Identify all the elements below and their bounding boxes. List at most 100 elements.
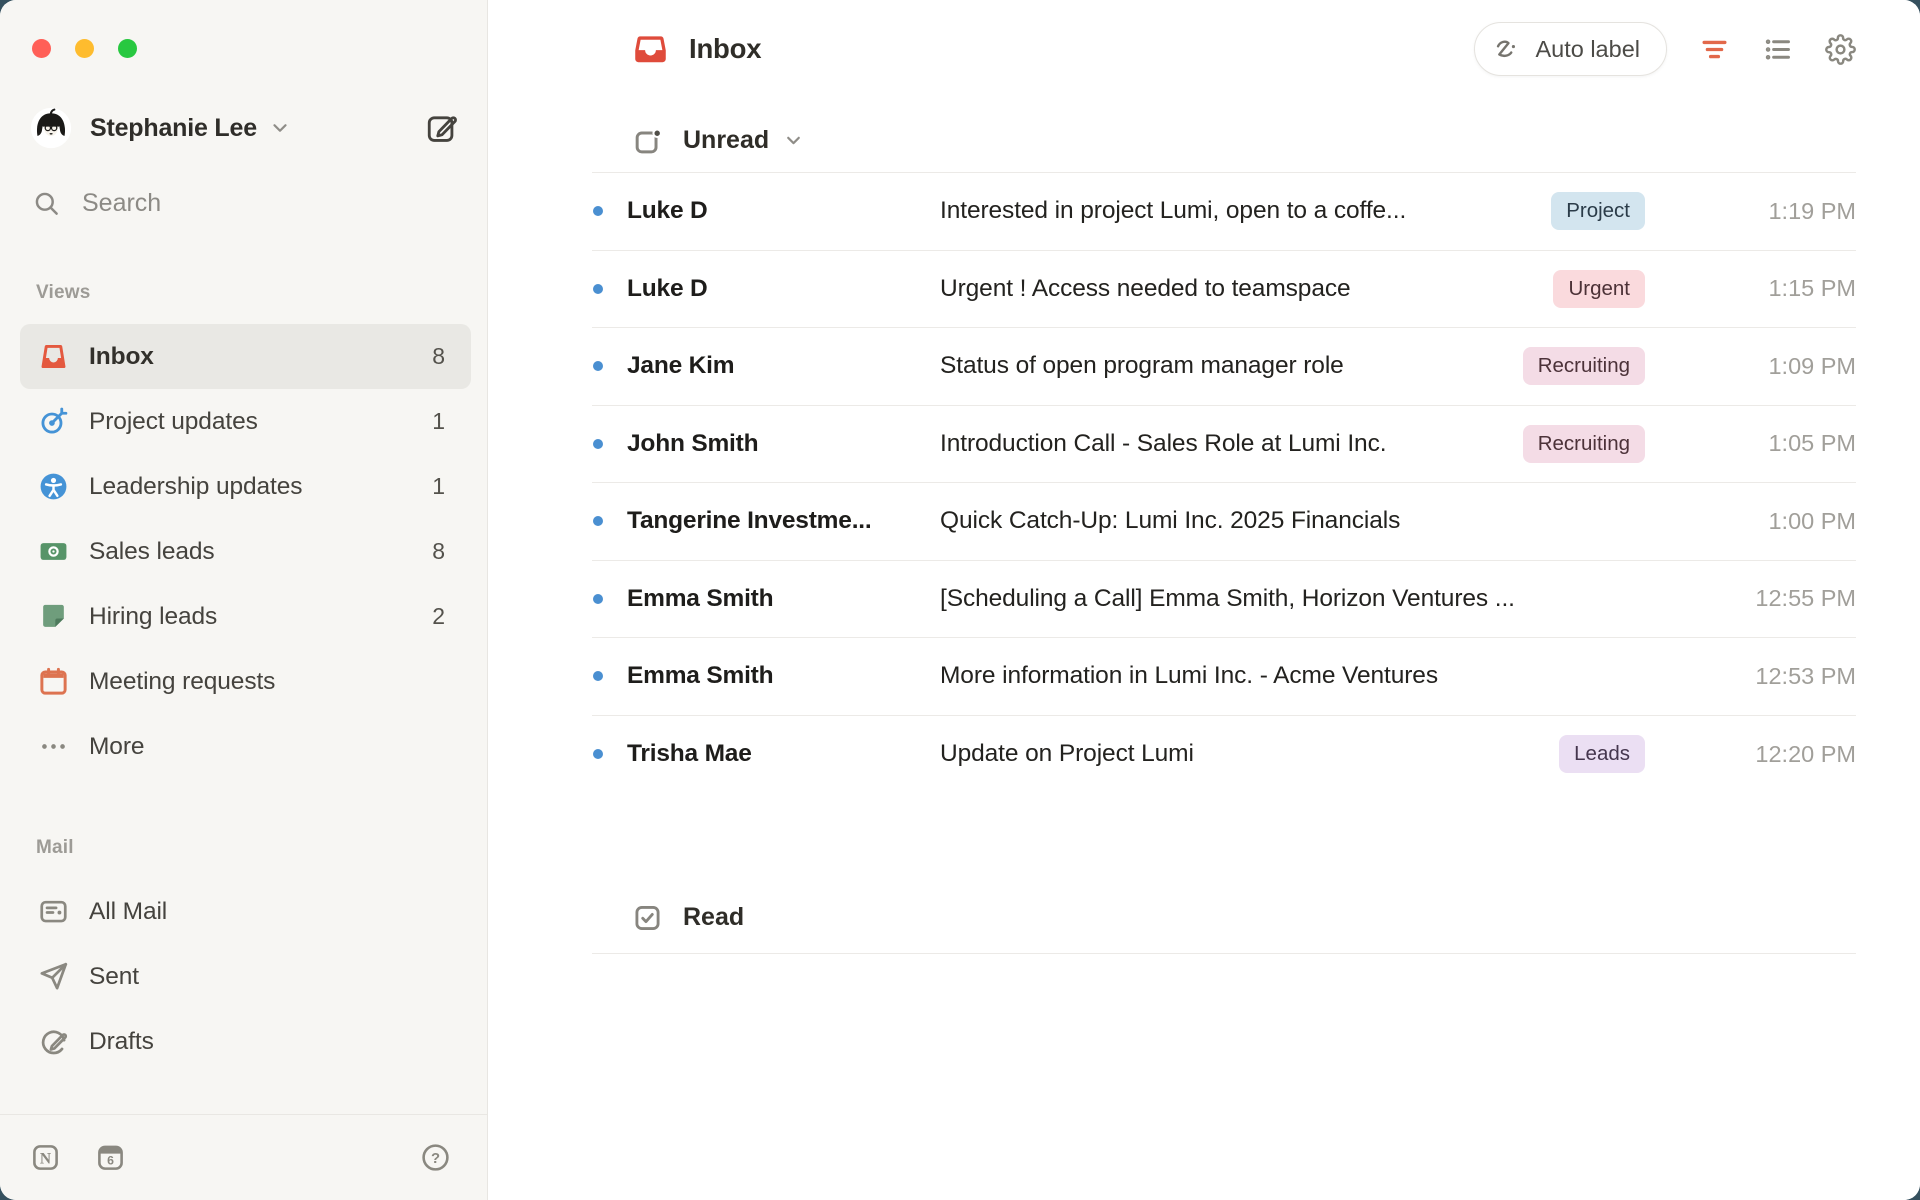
email-row[interactable]: Luke D Urgent ! Access needed to teamspa… — [592, 251, 1856, 329]
email-subject: Introduction Call - Sales Role at Lumi I… — [940, 430, 1499, 458]
sidebar-item-project-updates[interactable]: Project updates 1 — [20, 389, 471, 454]
email-subject: Interested in project Lumi, open to a co… — [940, 197, 1527, 225]
email-time: 1:05 PM — [1681, 430, 1856, 457]
settings-gear-icon[interactable] — [1825, 34, 1856, 65]
email-row[interactable]: John Smith Introduction Call - Sales Rol… — [592, 406, 1856, 484]
unread-dot — [593, 749, 603, 759]
unread-label: Unread — [683, 126, 769, 155]
email-row[interactable]: Emma Smith More information in Lumi Inc.… — [592, 638, 1856, 716]
user-name: Stephanie Lee — [90, 114, 257, 143]
unread-dot — [593, 439, 603, 449]
sidebar-item-drafts[interactable]: Drafts — [20, 1009, 471, 1074]
send-icon — [38, 961, 69, 992]
sidebar-footer: N 6 ? — [0, 1114, 487, 1200]
calendar-icon — [38, 666, 69, 697]
unread-dot — [593, 206, 603, 216]
inbox-icon — [632, 31, 669, 68]
unread-dot — [593, 516, 603, 526]
auto-label-text: Auto label — [1535, 36, 1640, 63]
email-tag[interactable]: Recruiting — [1523, 425, 1645, 463]
sidebar-item-inbox[interactable]: Inbox 8 — [20, 324, 471, 389]
views-nav: Inbox 8 Project updates 1 Leadership upd… — [20, 324, 471, 779]
money-icon — [38, 536, 69, 567]
auto-label-icon — [1493, 35, 1522, 64]
email-time: 1:09 PM — [1681, 353, 1856, 380]
mail-nav: All Mail Sent Drafts — [20, 879, 471, 1074]
note-icon — [38, 601, 69, 632]
minimize-button[interactable] — [75, 39, 94, 58]
sidebar-item-meeting-requests[interactable]: Meeting requests — [20, 649, 471, 714]
email-subject: Status of open program manager role — [940, 352, 1499, 380]
email-time: 12:53 PM — [1681, 663, 1856, 690]
email-sender: John Smith — [627, 430, 940, 458]
email-row[interactable]: Jane Kim Status of open program manager … — [592, 328, 1856, 406]
main-header: Inbox Auto label — [592, 0, 1856, 98]
drafts-icon — [38, 1026, 69, 1057]
avatar — [30, 107, 72, 149]
zoom-button[interactable] — [118, 39, 137, 58]
unread-dot — [593, 594, 603, 604]
help-icon[interactable]: ? — [420, 1142, 451, 1173]
read-section-header[interactable]: Read — [592, 885, 1856, 949]
email-subject: Quick Catch-Up: Lumi Inc. 2025 Financial… — [940, 507, 1657, 535]
close-button[interactable] — [32, 39, 51, 58]
list-view-icon[interactable] — [1762, 34, 1793, 65]
more-icon — [38, 731, 69, 762]
email-list: Luke D Interested in project Lumi, open … — [592, 172, 1856, 793]
chevron-down-icon — [269, 117, 291, 139]
search-button[interactable]: Search — [33, 189, 459, 218]
email-row[interactable]: Tangerine Investme... Quick Catch-Up: Lu… — [592, 483, 1856, 561]
sidebar-item-all-mail[interactable]: All Mail — [20, 879, 471, 944]
email-subject: [Scheduling a Call] Emma Smith, Horizon … — [940, 585, 1657, 613]
sidebar: Stephanie Lee Search Views Inbox 8 Proje… — [0, 0, 488, 1200]
email-tag[interactable]: Recruiting — [1523, 347, 1645, 385]
sidebar-item-sales-leads[interactable]: Sales leads 8 — [20, 519, 471, 584]
unread-dot — [593, 671, 603, 681]
all-mail-icon — [38, 896, 69, 927]
sidebar-item-leadership-updates[interactable]: Leadership updates 1 — [20, 454, 471, 519]
email-time: 12:20 PM — [1681, 741, 1856, 768]
read-checkbox-icon — [632, 902, 663, 933]
email-row[interactable]: Luke D Interested in project Lumi, open … — [592, 173, 1856, 251]
notion-app-icon[interactable]: N — [30, 1142, 61, 1173]
email-subject: More information in Lumi Inc. - Acme Ven… — [940, 662, 1657, 690]
auto-label-button[interactable]: Auto label — [1474, 22, 1667, 76]
email-sender: Emma Smith — [627, 662, 940, 690]
account-switcher[interactable]: Stephanie Lee — [30, 107, 459, 149]
svg-text:N: N — [40, 1150, 51, 1167]
read-label: Read — [683, 903, 744, 932]
sidebar-item-sent[interactable]: Sent — [20, 944, 471, 1009]
email-time: 1:19 PM — [1681, 198, 1856, 225]
search-icon — [33, 190, 60, 217]
email-sender: Trisha Mae — [627, 740, 940, 768]
email-tag[interactable]: Leads — [1559, 735, 1645, 773]
read-divider — [592, 953, 1856, 954]
window-controls — [0, 0, 487, 58]
email-time: 12:55 PM — [1681, 585, 1856, 612]
page-title: Inbox — [689, 33, 761, 65]
email-sender: Tangerine Investme... — [627, 507, 940, 535]
email-time: 1:15 PM — [1681, 275, 1856, 302]
views-section-label: Views — [36, 282, 487, 304]
sidebar-item-hiring-leads[interactable]: Hiring leads 2 — [20, 584, 471, 649]
email-subject: Urgent ! Access needed to teamspace — [940, 275, 1529, 303]
inbox-icon — [38, 341, 69, 372]
unread-section-header[interactable]: Unread — [592, 108, 1856, 172]
email-row[interactable]: Emma Smith [Scheduling a Call] Emma Smit… — [592, 561, 1856, 639]
calendar-app-icon[interactable]: 6 — [95, 1142, 126, 1173]
filter-icon[interactable] — [1699, 34, 1730, 65]
email-sender: Luke D — [627, 197, 940, 225]
svg-text:6: 6 — [107, 1153, 114, 1167]
email-tag[interactable]: Project — [1551, 192, 1645, 230]
email-row[interactable]: Trisha Mae Update on Project Lumi Leads … — [592, 716, 1856, 794]
email-sender: Jane Kim — [627, 352, 940, 380]
target-icon — [38, 406, 69, 437]
compose-icon[interactable] — [425, 111, 459, 145]
mail-section-label: Mail — [36, 837, 487, 859]
email-sender: Emma Smith — [627, 585, 940, 613]
email-tag[interactable]: Urgent — [1553, 270, 1645, 308]
sidebar-item-more[interactable]: More — [20, 714, 471, 779]
unread-dot — [593, 361, 603, 371]
email-subject: Update on Project Lumi — [940, 740, 1535, 768]
unread-dot — [593, 284, 603, 294]
